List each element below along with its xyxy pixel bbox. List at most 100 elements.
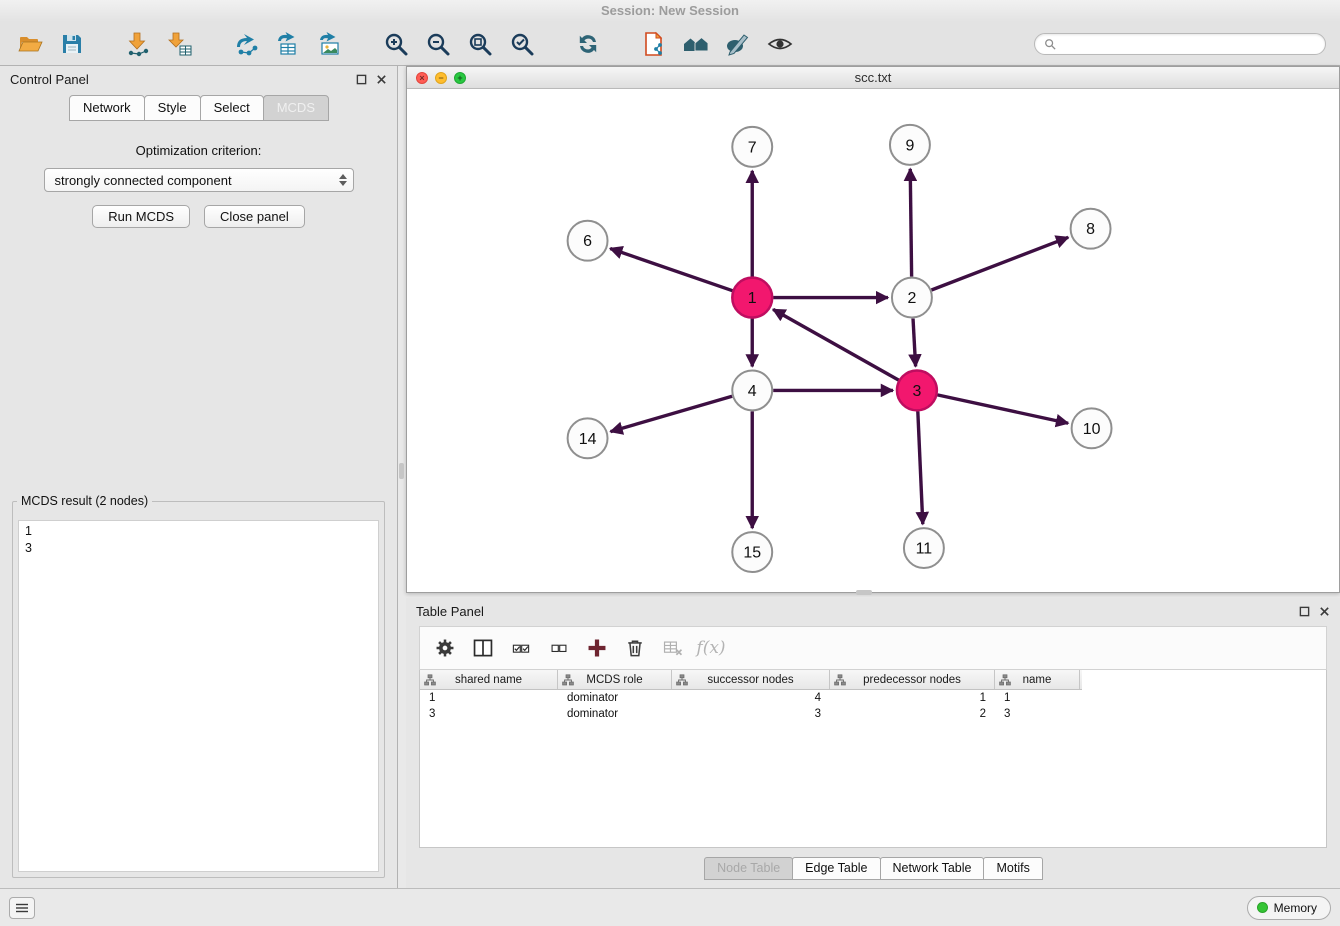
zoom-out-icon[interactable]: [420, 28, 456, 60]
status-menu-button[interactable]: [9, 897, 35, 919]
delete-row-icon[interactable]: [620, 633, 650, 663]
column-header-mcds-role[interactable]: MCDS role: [558, 670, 672, 689]
float-table-panel-icon[interactable]: [1299, 606, 1310, 617]
mcds-result-group: MCDS result (2 nodes) 1 3: [12, 494, 385, 878]
edge-4-14[interactable]: [611, 396, 733, 431]
minimize-window-button[interactable]: −: [435, 72, 447, 84]
zoom-in-icon[interactable]: [378, 28, 414, 60]
memory-status-dot: [1257, 902, 1268, 913]
edge-2-3[interactable]: [913, 319, 916, 367]
import-table-icon[interactable]: [162, 28, 198, 60]
node-9[interactable]: 9: [890, 125, 930, 165]
zoom-window-button[interactable]: +: [454, 72, 466, 84]
edge-3-1[interactable]: [773, 309, 899, 380]
run-mcds-button[interactable]: Run MCDS: [92, 205, 190, 228]
zoom-selected-icon[interactable]: [504, 28, 540, 60]
select-all-icon[interactable]: [506, 633, 536, 663]
node-label: 8: [1086, 221, 1095, 238]
column-header-name[interactable]: name: [995, 670, 1080, 689]
table-row[interactable]: 1dominator411: [420, 690, 1326, 706]
table-cell[interactable]: 3: [995, 708, 1080, 720]
node-6[interactable]: 6: [568, 221, 608, 261]
tab-network[interactable]: Network: [69, 95, 145, 121]
search-box[interactable]: [1034, 33, 1326, 55]
column-header-label: predecessor nodes: [863, 674, 961, 686]
gear-icon[interactable]: [430, 633, 460, 663]
column-header-successor-nodes[interactable]: successor nodes: [672, 670, 830, 689]
float-panel-icon[interactable]: [356, 74, 367, 85]
style-brush-icon[interactable]: [720, 28, 756, 60]
node-2[interactable]: 2: [892, 278, 932, 318]
table-cell[interactable]: 3: [672, 708, 830, 720]
column-header-predecessor-nodes[interactable]: predecessor nodes: [830, 670, 995, 689]
node-15[interactable]: 15: [732, 532, 772, 572]
show-hide-eye-icon[interactable]: [762, 28, 798, 60]
ndex-home-icon[interactable]: [678, 28, 714, 60]
mcds-result-text[interactable]: 1 3: [18, 520, 379, 872]
tab-mcds[interactable]: MCDS: [263, 95, 329, 121]
tab-node-table[interactable]: Node Table: [704, 857, 793, 880]
network-canvas[interactable]: 7 9 6 8 1 2 4 3 14 10 15 11: [407, 89, 1339, 592]
table-cell[interactable]: 4: [672, 692, 830, 704]
node-1[interactable]: 1: [732, 278, 772, 318]
tab-motifs[interactable]: Motifs: [983, 857, 1042, 880]
edge-3-10[interactable]: [937, 395, 1068, 423]
apply-layout-icon[interactable]: [570, 28, 606, 60]
tab-edge-table[interactable]: Edge Table: [792, 857, 880, 880]
toolbar-icons: [12, 28, 828, 60]
column-header-label: name: [1023, 674, 1052, 686]
vertical-splitter-handle[interactable]: [399, 463, 404, 479]
node-11[interactable]: 11: [904, 528, 944, 568]
table-cell[interactable]: 3: [420, 708, 558, 720]
network-window-titlebar[interactable]: × − + scc.txt: [407, 67, 1339, 89]
node-14[interactable]: 14: [568, 418, 608, 458]
optimization-dropdown[interactable]: strongly connected component: [44, 168, 354, 192]
table-cell[interactable]: 1: [420, 692, 558, 704]
save-session-icon[interactable]: [54, 28, 90, 60]
export-image-icon[interactable]: [312, 28, 348, 60]
search-input[interactable]: [1061, 37, 1316, 51]
network-graph[interactable]: 7 9 6 8 1 2 4 3 14 10 15 11: [407, 89, 1339, 592]
close-panel-icon[interactable]: [376, 74, 387, 85]
close-window-button[interactable]: ×: [416, 72, 428, 84]
import-network-file-icon[interactable]: [636, 28, 672, 60]
table-cell[interactable]: 1: [830, 692, 995, 704]
control-panel-title: Control Panel: [10, 72, 89, 87]
edge-3-11[interactable]: [918, 411, 923, 524]
column-type-icon: [676, 674, 688, 686]
horizontal-splitter-handle[interactable]: [856, 590, 872, 595]
window-title: Session: New Session: [601, 3, 739, 18]
export-network-icon[interactable]: [228, 28, 264, 60]
edge-2-8[interactable]: [931, 237, 1068, 290]
table-cell[interactable]: dominator: [558, 708, 672, 720]
table-cell[interactable]: dominator: [558, 692, 672, 704]
add-row-icon[interactable]: [582, 633, 612, 663]
column-header-shared-name[interactable]: shared name: [420, 670, 558, 689]
memory-button[interactable]: Memory: [1247, 896, 1331, 920]
node-10[interactable]: 10: [1072, 408, 1112, 448]
tab-style[interactable]: Style: [144, 95, 201, 121]
zoom-fit-icon[interactable]: [462, 28, 498, 60]
close-panel-button[interactable]: Close panel: [204, 205, 305, 228]
open-session-icon[interactable]: [12, 28, 48, 60]
node-4[interactable]: 4: [732, 370, 772, 410]
deselect-all-icon[interactable]: [544, 633, 574, 663]
node-8[interactable]: 8: [1071, 209, 1111, 249]
node-7[interactable]: 7: [732, 127, 772, 167]
edge-1-6[interactable]: [610, 248, 732, 290]
tab-select[interactable]: Select: [200, 95, 264, 121]
export-table-icon[interactable]: [270, 28, 306, 60]
columns-icon[interactable]: [468, 633, 498, 663]
table-cell[interactable]: 2: [830, 708, 995, 720]
node-table: shared nameMCDS rolesuccessor nodes prede…: [419, 670, 1327, 848]
tab-network-table[interactable]: Network Table: [880, 857, 985, 880]
toolbar-group: [12, 28, 96, 60]
table-cell[interactable]: 1: [995, 692, 1080, 704]
import-network-icon[interactable]: [120, 28, 156, 60]
table-row[interactable]: 3dominator323: [420, 706, 1326, 722]
node-3[interactable]: 3: [897, 370, 937, 410]
edge-2-9[interactable]: [910, 169, 911, 277]
close-table-panel-icon[interactable]: [1319, 606, 1330, 617]
network-view-window: × − + scc.txt 7 9 6 8 1 2 4 3 14 10 15 11: [406, 66, 1340, 593]
table-header-row: shared nameMCDS rolesuccessor nodes prede…: [420, 670, 1082, 690]
